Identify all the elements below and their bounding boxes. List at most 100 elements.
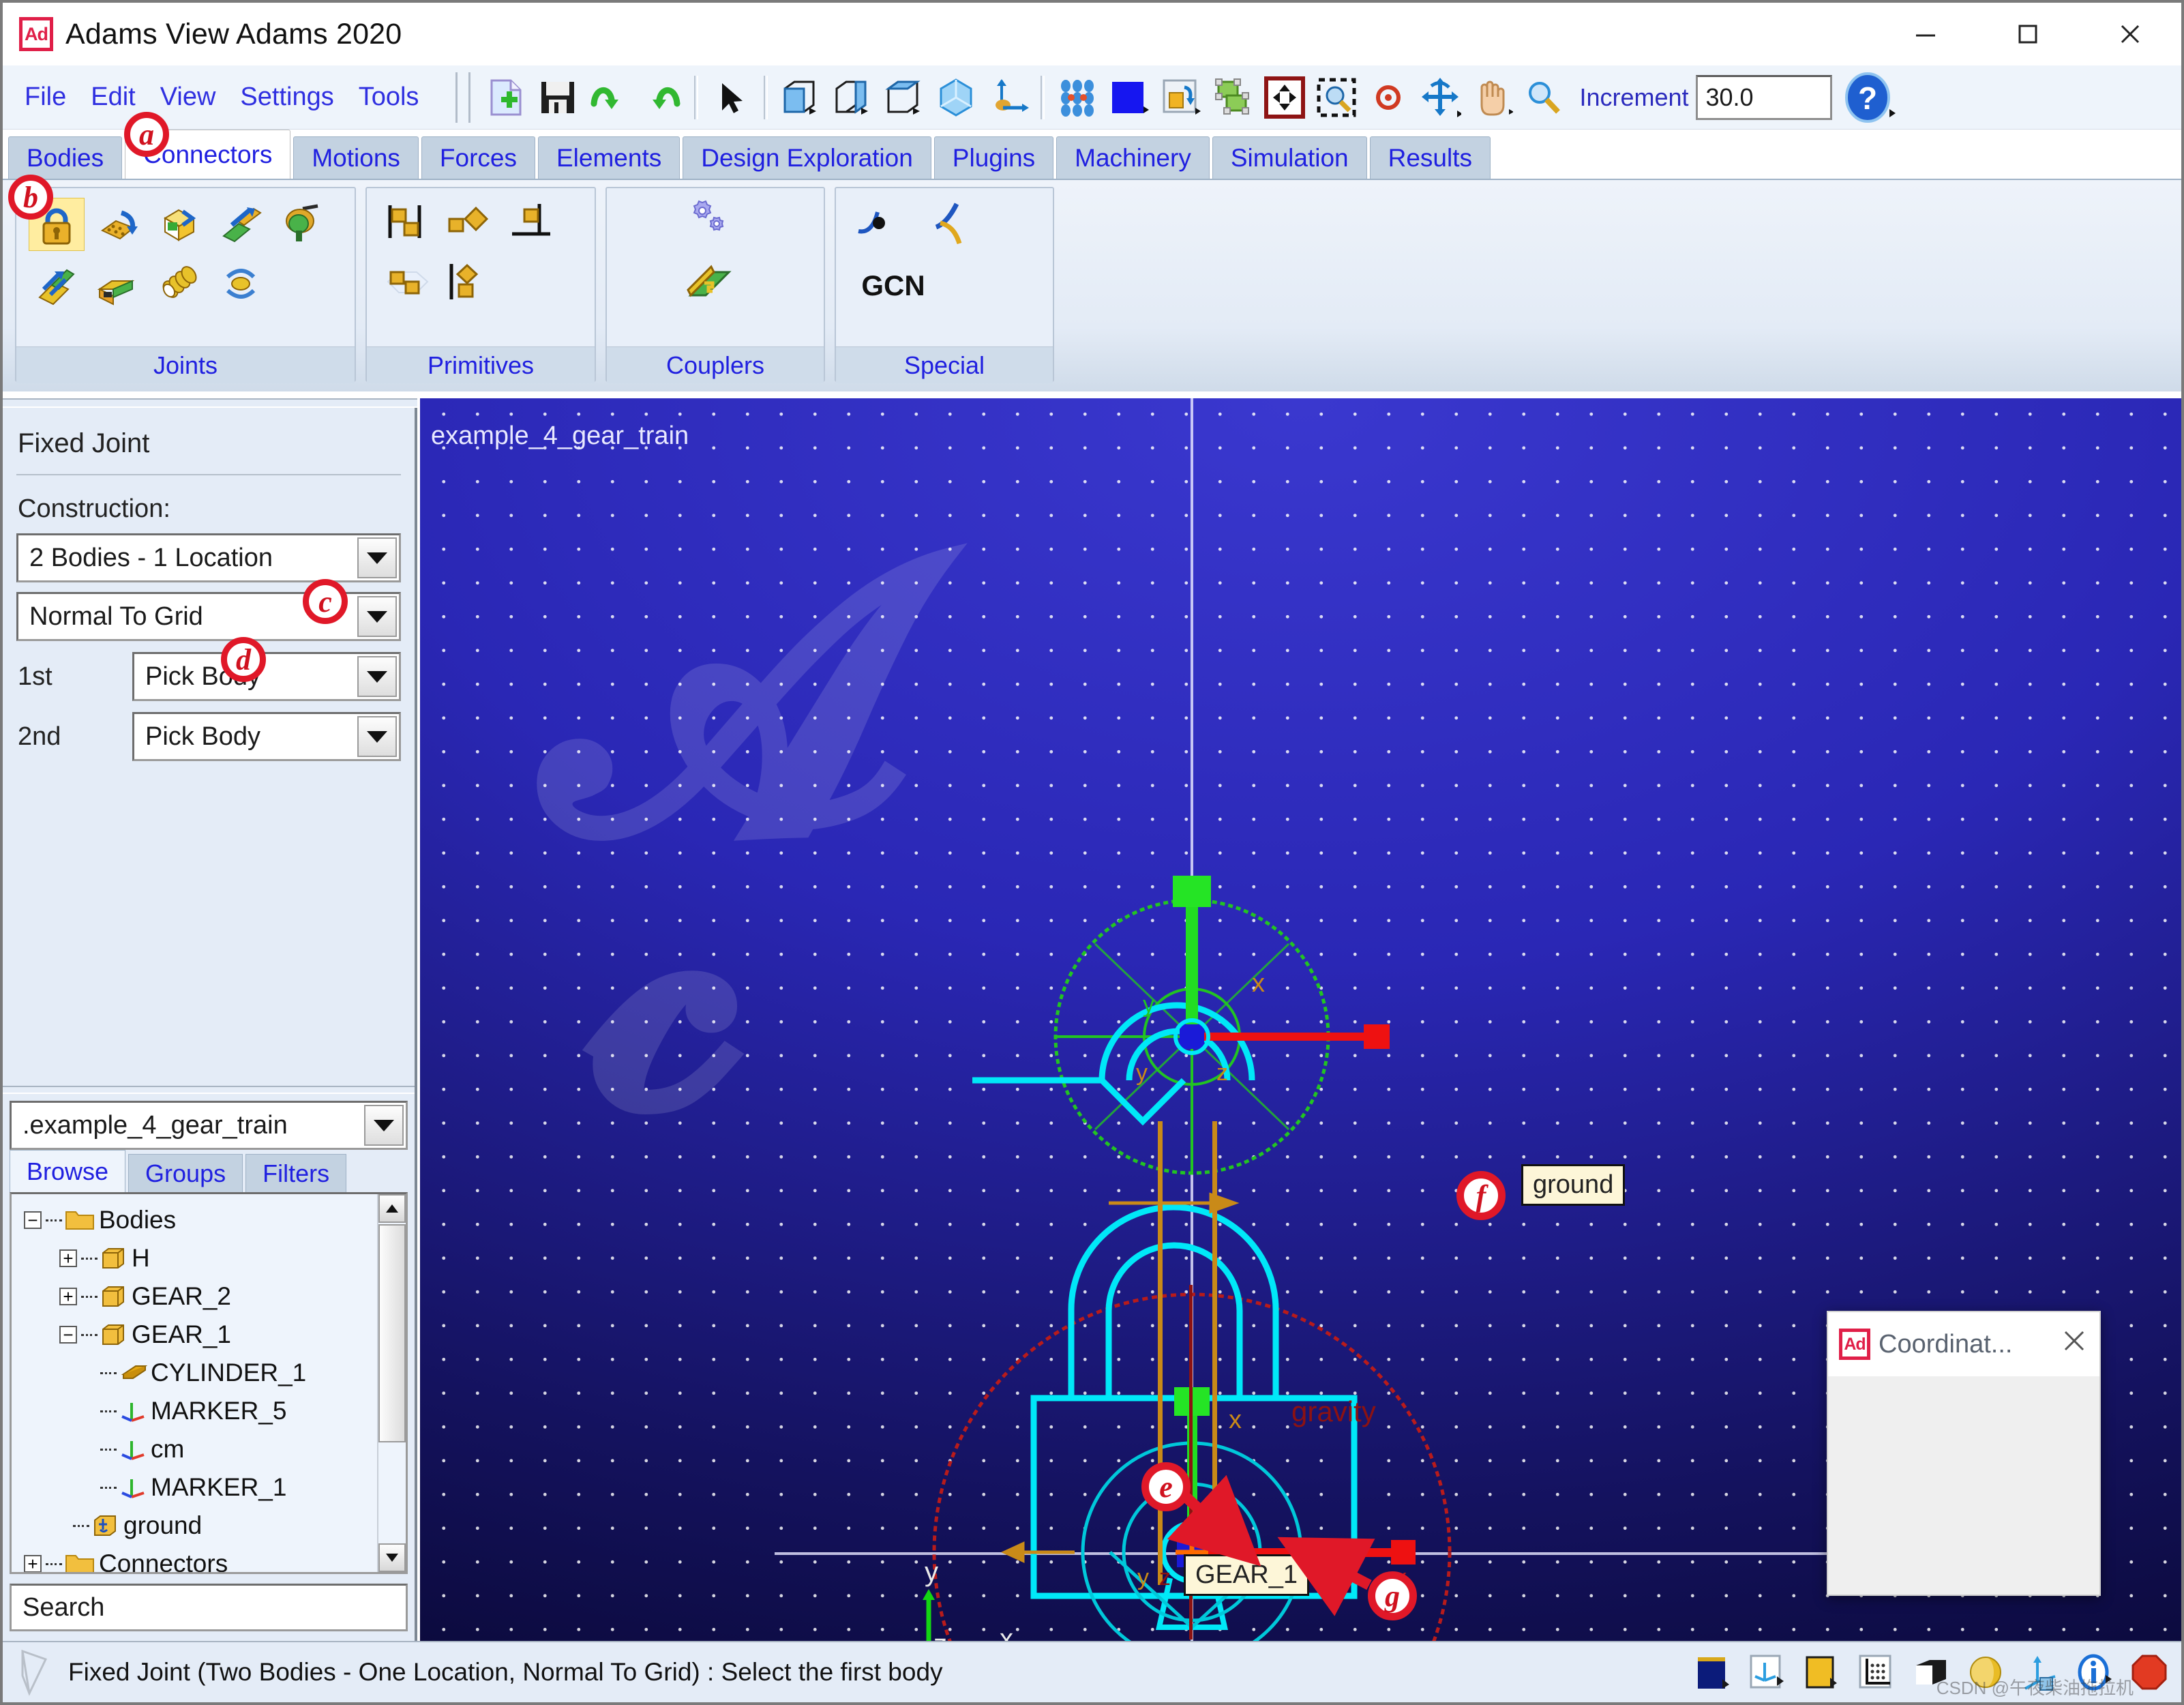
undo-icon[interactable] bbox=[584, 72, 635, 123]
tree-node-marker-1[interactable]: MARKER_1 bbox=[24, 1468, 406, 1507]
chevron-down-icon[interactable] bbox=[357, 596, 397, 637]
select-arrow-icon[interactable] bbox=[705, 72, 757, 123]
construction-combo[interactable]: 2 Bodies - 1 Location bbox=[16, 533, 401, 582]
minimize-icon[interactable] bbox=[1874, 3, 1977, 65]
first-body-combo[interactable]: Pick Body bbox=[132, 652, 401, 701]
chevron-down-icon[interactable] bbox=[357, 716, 397, 757]
zoom-icon[interactable] bbox=[1518, 72, 1570, 123]
search-input[interactable]: Search bbox=[10, 1584, 408, 1631]
tab-elements[interactable]: Elements bbox=[538, 136, 680, 179]
tree-node-bodies[interactable]: − Bodies bbox=[24, 1201, 406, 1239]
tab-motions[interactable]: Motions bbox=[293, 136, 419, 179]
planar-joint-icon[interactable] bbox=[90, 256, 146, 310]
tab-results[interactable]: Results bbox=[1369, 136, 1491, 179]
chevron-down-icon[interactable] bbox=[357, 656, 397, 697]
new-file-icon[interactable] bbox=[480, 72, 532, 123]
navy-book-icon[interactable] bbox=[1690, 1650, 1735, 1695]
second-body-combo[interactable]: Pick Body bbox=[132, 712, 401, 761]
view-rotate-icon[interactable] bbox=[982, 72, 1034, 123]
expander-icon[interactable]: + bbox=[59, 1249, 77, 1267]
view-front-icon[interactable] bbox=[775, 72, 826, 123]
panel-splitter[interactable] bbox=[3, 398, 417, 408]
tab-browse[interactable]: Browse bbox=[10, 1150, 126, 1192]
coordinate-dialog[interactable]: Ad Coordinat... bbox=[1827, 1311, 2101, 1596]
revolute-joint-icon[interactable] bbox=[90, 198, 146, 251]
rotate-view-icon[interactable] bbox=[1414, 72, 1466, 123]
center-icon[interactable] bbox=[1362, 72, 1414, 123]
chevron-down-icon[interactable] bbox=[357, 537, 397, 578]
tree-node-h[interactable]: + H bbox=[24, 1239, 406, 1277]
view-side-icon[interactable] bbox=[826, 72, 878, 123]
tree-node-gear-2[interactable]: + GEAR_2 bbox=[24, 1277, 406, 1316]
tree-node-cylinder-1[interactable]: CYLINDER_1 bbox=[24, 1354, 406, 1392]
scroll-up-icon[interactable] bbox=[378, 1194, 406, 1223]
marker-tool-icon[interactable] bbox=[1745, 1650, 1790, 1695]
browser-splitter[interactable] bbox=[3, 1086, 415, 1094]
gear-coupler-icon[interactable] bbox=[683, 198, 739, 251]
curve-curve-icon[interactable] bbox=[926, 198, 982, 251]
inline-primitive-icon[interactable] bbox=[378, 198, 434, 251]
redo-icon[interactable] bbox=[635, 72, 687, 123]
tab-design-exploration[interactable]: Design Exploration bbox=[683, 136, 931, 179]
hooke-joint-icon[interactable] bbox=[213, 256, 269, 310]
tree-node-gear-1[interactable]: − GEAR_1 bbox=[24, 1316, 406, 1354]
menu-edit[interactable]: Edit bbox=[78, 83, 147, 112]
tree-node-cm[interactable]: cm bbox=[24, 1430, 406, 1468]
tab-forces[interactable]: Forces bbox=[421, 136, 535, 179]
perpendicular-icon[interactable] bbox=[439, 256, 495, 310]
tab-filters[interactable]: Filters bbox=[245, 1154, 347, 1192]
gear1-callout[interactable]: GEAR_1 bbox=[1184, 1554, 1309, 1596]
maximize-icon[interactable] bbox=[1977, 3, 2079, 65]
expander-icon[interactable]: + bbox=[24, 1555, 42, 1572]
expander-icon[interactable]: + bbox=[59, 1288, 77, 1305]
coupler-icon[interactable] bbox=[683, 259, 739, 312]
tree-scrollbar[interactable] bbox=[377, 1194, 406, 1572]
tab-machinery[interactable]: Machinery bbox=[1056, 136, 1210, 179]
render-mode-icon[interactable] bbox=[1155, 72, 1207, 123]
ground-callout[interactable]: ground bbox=[1521, 1164, 1626, 1206]
toolbar-gripper[interactable] bbox=[455, 72, 471, 123]
grid-points-icon[interactable] bbox=[1051, 72, 1103, 123]
cylindrical-joint-icon[interactable] bbox=[213, 198, 269, 251]
view-iso-icon[interactable] bbox=[930, 72, 982, 123]
color-swatch-icon[interactable] bbox=[1103, 72, 1155, 123]
translational-joint-icon[interactable] bbox=[151, 198, 207, 251]
inplane-primitive-icon[interactable] bbox=[439, 198, 495, 251]
chevron-down-icon[interactable] bbox=[364, 1105, 404, 1146]
tree-node-ground[interactable]: ground bbox=[24, 1507, 406, 1545]
menu-tools[interactable]: Tools bbox=[346, 83, 432, 112]
yellow-panel-icon[interactable] bbox=[1799, 1650, 1844, 1695]
tab-bodies[interactable]: Bodies bbox=[8, 136, 123, 179]
gcn-icon[interactable]: GCN bbox=[852, 259, 934, 312]
increment-input[interactable]: 30.0 bbox=[1695, 74, 1832, 120]
spherical-joint-icon[interactable] bbox=[274, 198, 330, 251]
model-tree[interactable]: − Bodies + H + GEAR_2 − GEAR_1 CYLINDER_… bbox=[10, 1192, 408, 1574]
grid-tool-icon[interactable] bbox=[1854, 1650, 1899, 1695]
tree-node-connectors[interactable]: + Connectors bbox=[24, 1545, 406, 1572]
zoom-box-icon[interactable] bbox=[1311, 72, 1362, 123]
model-selector-combo[interactable]: .example_4_gear_train bbox=[10, 1101, 408, 1150]
tree-node-marker-5[interactable]: MARKER_5 bbox=[24, 1392, 406, 1430]
save-icon[interactable] bbox=[532, 72, 584, 123]
fit-view-icon[interactable] bbox=[1259, 72, 1311, 123]
pan-view-icon[interactable] bbox=[1466, 72, 1518, 123]
tab-plugins[interactable]: Plugins bbox=[933, 136, 1054, 179]
menu-file[interactable]: File bbox=[12, 83, 78, 112]
orientation-primitive-icon[interactable] bbox=[500, 198, 556, 251]
menu-view[interactable]: View bbox=[148, 83, 228, 112]
parallel-axes-icon[interactable] bbox=[378, 256, 434, 310]
expander-icon[interactable]: − bbox=[24, 1211, 42, 1229]
tab-groups[interactable]: Groups bbox=[128, 1154, 243, 1192]
help-icon[interactable]: ? bbox=[1840, 70, 1896, 125]
menu-settings[interactable]: Settings bbox=[228, 83, 346, 112]
scroll-down-icon[interactable] bbox=[378, 1543, 406, 1572]
point-curve-icon[interactable] bbox=[852, 198, 908, 251]
close-icon[interactable] bbox=[2060, 1326, 2089, 1362]
group-select-icon[interactable] bbox=[1207, 72, 1259, 123]
close-icon[interactable] bbox=[2079, 3, 2181, 65]
screw-joint-icon[interactable] bbox=[29, 256, 85, 310]
constant-velocity-joint-icon[interactable] bbox=[151, 256, 207, 310]
tab-simulation[interactable]: Simulation bbox=[1212, 136, 1367, 179]
view-top-icon[interactable] bbox=[878, 72, 930, 123]
expander-icon[interactable]: − bbox=[59, 1326, 77, 1344]
